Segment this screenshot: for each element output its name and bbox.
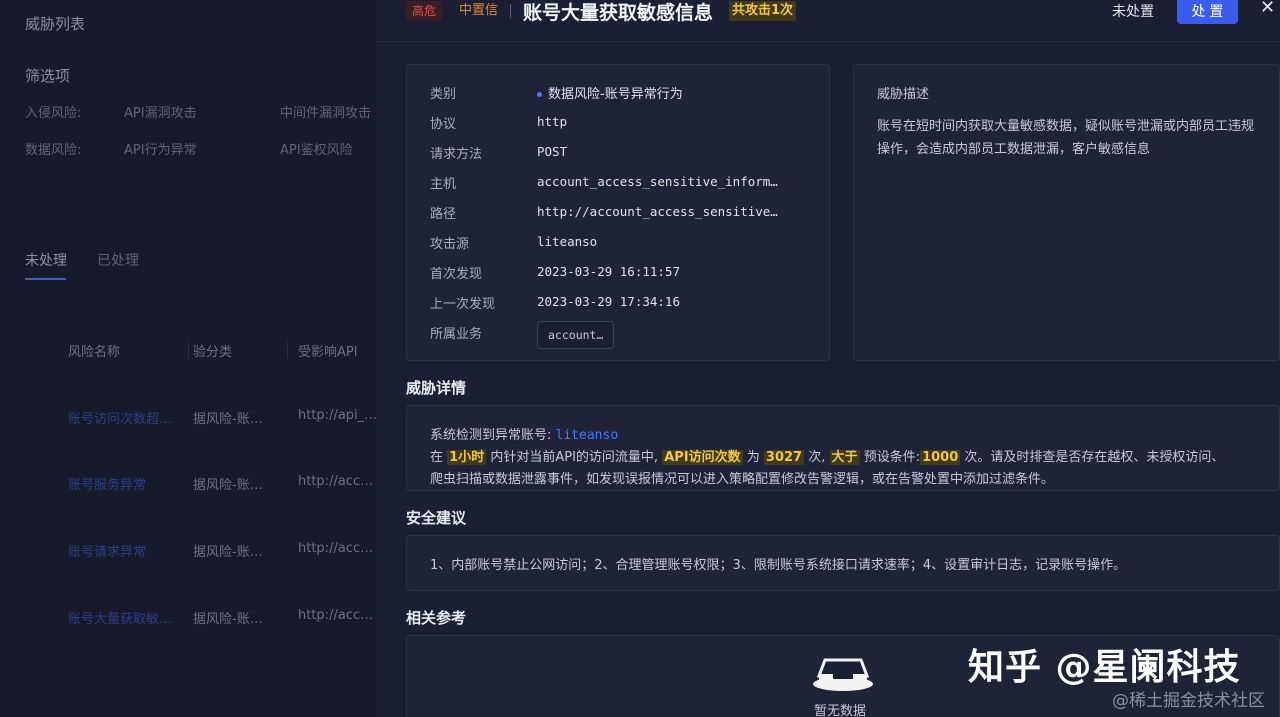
column-affected-api[interactable]: 受影响API [298,341,358,360]
header-divider [510,4,511,18]
risk-category: 据风险-账… [193,412,263,427]
risk-api: http://acc… [298,608,374,623]
detail-text: 次。请及时排查是否存在越权、未授权访问、 [964,450,1225,465]
detail-text: 内针对当前API的访问流量中, [490,450,659,465]
info-label: 协议 [430,117,457,132]
watermark-zhihu: 知乎 @星阑科技 [968,647,1241,688]
risk-category: 据风险-账… [193,545,263,560]
detail-text: 预设条件: [863,450,921,465]
detail-text: 为 [746,450,760,465]
drawer-header: 高危 中置信 账号大量获取敏感信息 共攻击1次 未处置 处 置 ✕ [376,0,1280,42]
description-text: 账号在短时间内获取大量敏感数据，疑似账号泄漏或内部员工违规操作，会造成内部员工数… [877,119,1255,157]
info-value-host: account_access_sensitive_inform… [537,174,778,189]
active-tab-indicator [25,278,66,280]
filter-option[interactable]: API漏洞攻击 [124,102,197,121]
column-divider [287,342,288,358]
filter-title: 筛选项 [25,67,71,85]
info-label: 类别 [430,87,457,102]
filter-option[interactable]: API行为异常 [124,139,197,158]
severity-badge: 高危 [406,1,443,21]
filter-option[interactable]: 中间件漏洞攻击 [280,102,371,121]
tab-processed[interactable]: 已处理 [97,250,139,270]
info-label: 路径 [430,207,457,222]
close-icon[interactable]: ✕ [1260,0,1275,18]
attack-count-badge: 共攻击1次 [729,1,797,21]
threat-list-panel: 威胁列表 筛选项 入侵风险: API漏洞攻击 中间件漏洞攻击 数据风险: API… [0,0,376,717]
abnormal-account: liteanso [555,428,619,443]
column-divider [188,342,189,358]
risk-name[interactable]: 账号服务异常 [68,474,146,493]
column-category[interactable]: 验分类 [193,341,232,360]
detail-text: 系统检测到异常账号: [430,428,552,443]
handle-button[interactable]: 处 置 [1177,0,1238,24]
info-value-path: http://account_access_sensitive… [537,204,778,219]
threat-title: 账号大量获取敏感信息 [523,2,714,24]
threat-detail-card: 系统检测到异常账号: liteanso 在 1小时 内针对当前API的访问流量中… [406,405,1280,491]
risk-name[interactable]: 账号请求异常 [68,541,146,560]
advice-text: 1、内部账号禁止公网访问；2、合理管理账号权限；3、限制账号系统接口请求速率；4… [430,558,1127,573]
highlight-time-window: 1小时 [447,450,487,465]
risk-name[interactable]: 账号大量获取敏… [68,608,172,627]
risk-category: 据风险-账… [193,478,263,493]
risk-category: 据风险-账… [193,612,263,627]
info-label: 上一次发现 [430,297,496,312]
handling-status: 未处置 [1112,4,1154,20]
highlight-count: 3027 [763,450,805,465]
threat-info-card: 类别 数据风险-账号异常行为 协议 http 请求方法 POST 主机 acco… [406,64,830,361]
threat-description-card: 威胁描述 账号在短时间内获取大量敏感数据，疑似账号泄漏或内部员工违规操作，会造成… [853,64,1280,361]
risk-api: http://acc… [298,541,374,556]
security-advice-card: 1、内部账号禁止公网访问；2、合理管理账号权限；3、限制账号系统接口请求速率；4… [406,535,1280,591]
info-value-method: POST [537,144,568,159]
risk-api: http://acc… [298,474,374,489]
highlight-threshold: 1000 [920,450,961,465]
info-label: 攻击源 [430,237,470,252]
column-risk-name[interactable]: 风险名称 [68,341,120,360]
info-value-source: liteanso [537,234,598,249]
detail-line: 系统检测到异常账号: liteanso [430,424,618,443]
filter-label: 数据风险: [25,143,82,158]
section-title-reference: 相关参考 [406,609,467,627]
threat-detail-drawer: 高危 中置信 账号大量获取敏感信息 共攻击1次 未处置 处 置 ✕ 类别 数据风… [376,0,1280,717]
filter-option[interactable]: API鉴权风险 [280,139,353,158]
risk-name[interactable]: 账号访问次数超… [68,408,172,427]
highlight-metric: API访问次数 [662,450,743,465]
info-value-category: 数据风险-账号异常行为 [537,83,683,102]
empty-text: 暂无数据 [814,704,867,717]
watermark-juejin: @稀土掘金技术社区 [1112,691,1265,711]
business-tag[interactable]: account… [537,321,615,349]
highlight-operator: 大于 [829,450,860,465]
tab-unprocessed[interactable]: 未处理 [25,250,67,270]
info-value-protocol: http [537,114,568,129]
filter-label: 入侵风险: [25,106,82,121]
empty-inbox-icon [813,658,873,691]
detail-line: 爬虫扫描或数据泄露事件，如发现误报情况可以进入策略配置修改告警逻辑，或在告警处置… [430,472,1055,487]
description-title: 威胁描述 [877,87,930,102]
detail-text: 次, [808,450,826,465]
info-label: 请求方法 [430,147,483,162]
risk-api: http://api_… [298,408,376,423]
section-title-advice: 安全建议 [406,509,467,527]
section-title-details: 威胁详情 [406,379,467,397]
info-value-first-seen: 2023-03-29 16:11:57 [537,264,680,279]
confidence-badge: 中置信 [459,3,499,18]
info-label: 所属业务 [430,327,483,342]
info-label: 首次发现 [430,267,483,282]
info-label: 主机 [430,177,457,192]
info-value-last-seen: 2023-03-29 17:34:16 [537,294,680,309]
bullet-dot-icon [537,92,542,97]
category-text: 数据风险-账号异常行为 [548,87,683,102]
detail-text: 在 [430,450,444,465]
panel-title: 威胁列表 [25,15,86,33]
detail-line: 在 1小时 内针对当前API的访问流量中, API访问次数 为 3027 次, … [430,446,1224,465]
